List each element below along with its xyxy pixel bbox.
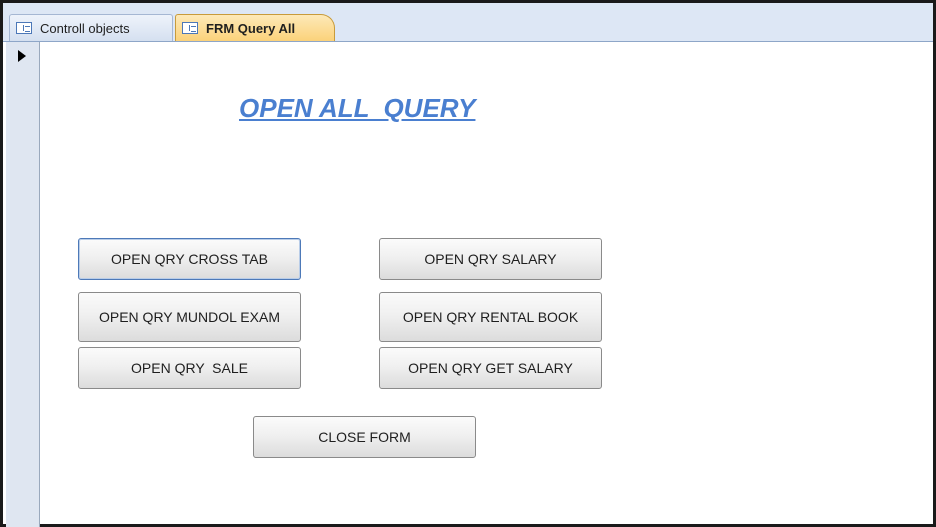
- form-title: OPEN ALL QUERY: [239, 93, 476, 123]
- form-window: Controll objects FRM Query All OPEN ALL …: [0, 0, 936, 527]
- open-qry-get-salary-button[interactable]: OPEN QRY GET SALARY: [379, 347, 602, 389]
- form-icon: [16, 22, 32, 34]
- open-qry-salary-button[interactable]: OPEN QRY SALARY: [379, 238, 602, 280]
- tab-label: FRM Query All: [206, 20, 296, 36]
- tab-controll-objects[interactable]: Controll objects: [9, 14, 173, 41]
- close-form-button[interactable]: CLOSE FORM: [253, 416, 476, 458]
- open-qry-sale-button[interactable]: OPEN QRY SALE: [78, 347, 301, 389]
- document-tab-bar: Controll objects FRM Query All: [3, 3, 933, 42]
- tab-label: Controll objects: [40, 20, 130, 36]
- open-qry-cross-tab-button[interactable]: OPEN QRY CROSS TAB: [78, 238, 301, 280]
- record-selector-bar[interactable]: [6, 42, 40, 527]
- current-record-arrow-icon: [18, 50, 26, 62]
- open-qry-mundol-exam-button[interactable]: OPEN QRY MUNDOL EXAM: [78, 292, 301, 342]
- tab-frm-query-all[interactable]: FRM Query All: [175, 14, 335, 41]
- form-icon: [182, 22, 198, 34]
- open-qry-rental-book-button[interactable]: OPEN QRY RENTAL BOOK: [379, 292, 602, 342]
